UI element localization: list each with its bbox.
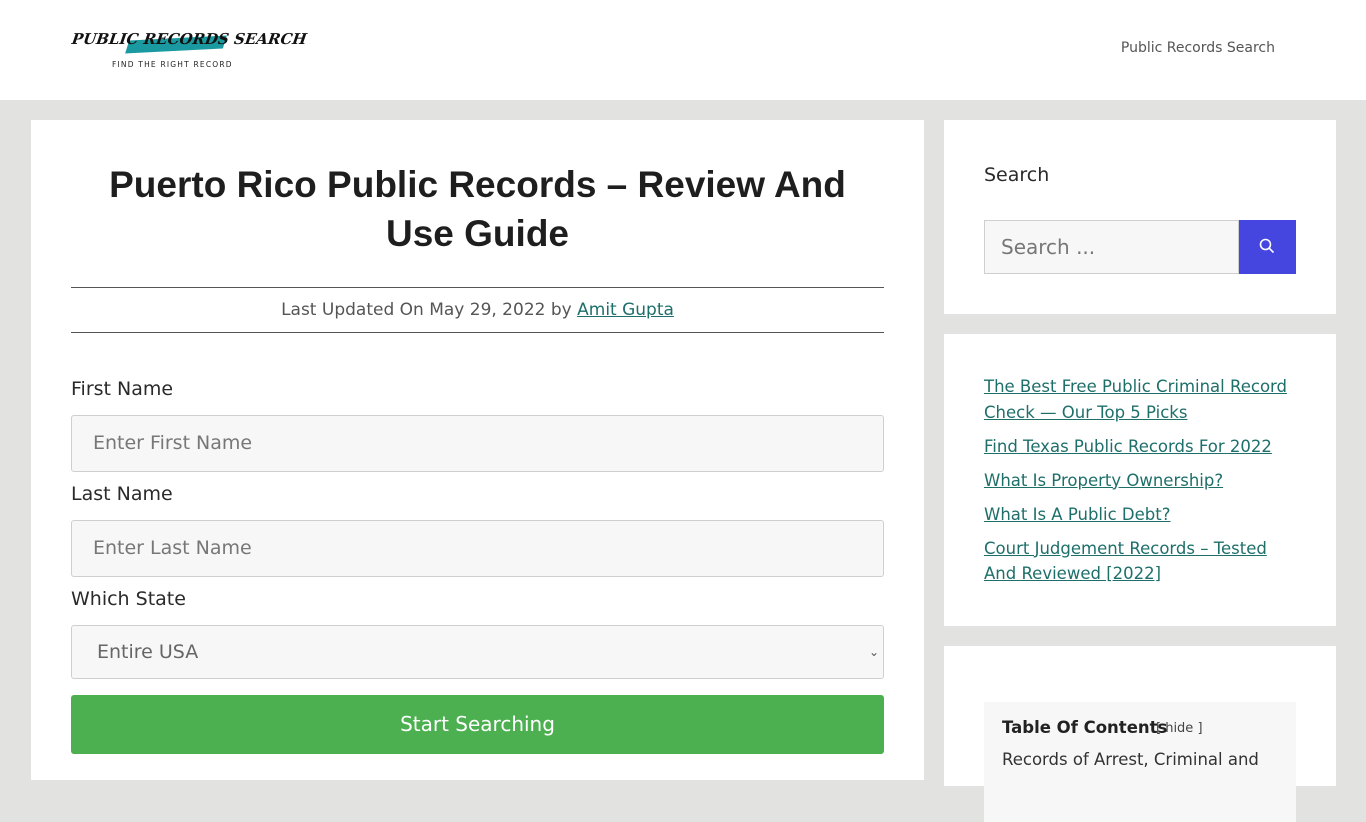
site-logo[interactable]: PUBLIC RECORDS SEARCH FIND THE RIGHT REC… xyxy=(71,30,308,72)
start-searching-button[interactable]: Start Searching xyxy=(71,695,884,754)
page-title: Puerto Rico Public Records – Review And … xyxy=(109,164,846,254)
chevron-down-icon: ⌄ xyxy=(868,645,879,659)
state-label: Which State xyxy=(71,588,186,610)
sidebar-search-input[interactable]: Search ... xyxy=(984,220,1239,274)
state-select[interactable]: Entire USA ⌄ xyxy=(71,625,884,679)
toc-title: Table Of Contents xyxy=(1002,718,1168,737)
list-item: What Is A Public Debt? xyxy=(984,502,1304,528)
first-name-input[interactable]: Enter First Name xyxy=(71,415,884,472)
article-card: Puerto Rico Public Records – Review And … xyxy=(31,120,924,780)
recent-post-link[interactable]: Court Judgement Records – Tested And Rev… xyxy=(984,539,1267,584)
search-icon xyxy=(1259,238,1275,254)
toc-widget: Table Of Contents [ hide ] Records of Ar… xyxy=(944,646,1336,822)
post-meta: Last Updated On May 29, 2022 by Amit Gup… xyxy=(71,287,884,333)
list-item: Court Judgement Records – Tested And Rev… xyxy=(984,536,1304,587)
site-header: PUBLIC RECORDS SEARCH FIND THE RIGHT REC… xyxy=(0,0,1366,100)
table-of-contents: Table Of Contents [ hide ] Records of Ar… xyxy=(984,702,1296,822)
search-widget: Search Search ... xyxy=(944,120,1336,314)
last-updated-text: Last Updated On May 29, 2022 by xyxy=(281,300,572,320)
toc-hide-toggle[interactable]: [ hide ] xyxy=(1156,721,1203,736)
last-name-input[interactable]: Enter Last Name xyxy=(71,520,884,577)
recent-post-link[interactable]: Find Texas Public Records For 2022 xyxy=(984,437,1272,456)
recent-post-link[interactable]: What Is A Public Debt? xyxy=(984,505,1170,524)
first-name-label: First Name xyxy=(71,378,174,400)
recent-posts-widget: The Best Free Public Criminal Record Che… xyxy=(944,334,1336,626)
last-name-label: Last Name xyxy=(71,483,173,505)
state-selected-value: Entire USA xyxy=(97,641,199,663)
logo-tagline: FIND THE RIGHT RECORD xyxy=(112,60,233,69)
sidebar-search-button[interactable] xyxy=(1239,220,1296,274)
toc-item[interactable]: Records of Arrest, Criminal and xyxy=(1002,750,1259,769)
author-link[interactable]: Amit Gupta xyxy=(577,300,674,320)
list-item: What Is Property Ownership? xyxy=(984,468,1304,494)
nav-public-records-search[interactable]: Public Records Search xyxy=(1121,40,1275,56)
list-item: Find Texas Public Records For 2022 xyxy=(984,434,1304,460)
search-widget-title: Search xyxy=(984,164,1050,186)
logo-text: PUBLIC RECORDS SEARCH xyxy=(70,30,308,48)
recent-post-link[interactable]: What Is Property Ownership? xyxy=(984,471,1223,490)
list-item: The Best Free Public Criminal Record Che… xyxy=(984,374,1304,425)
recent-posts-list: The Best Free Public Criminal Record Che… xyxy=(984,374,1304,595)
recent-post-link[interactable]: The Best Free Public Criminal Record Che… xyxy=(984,377,1287,422)
